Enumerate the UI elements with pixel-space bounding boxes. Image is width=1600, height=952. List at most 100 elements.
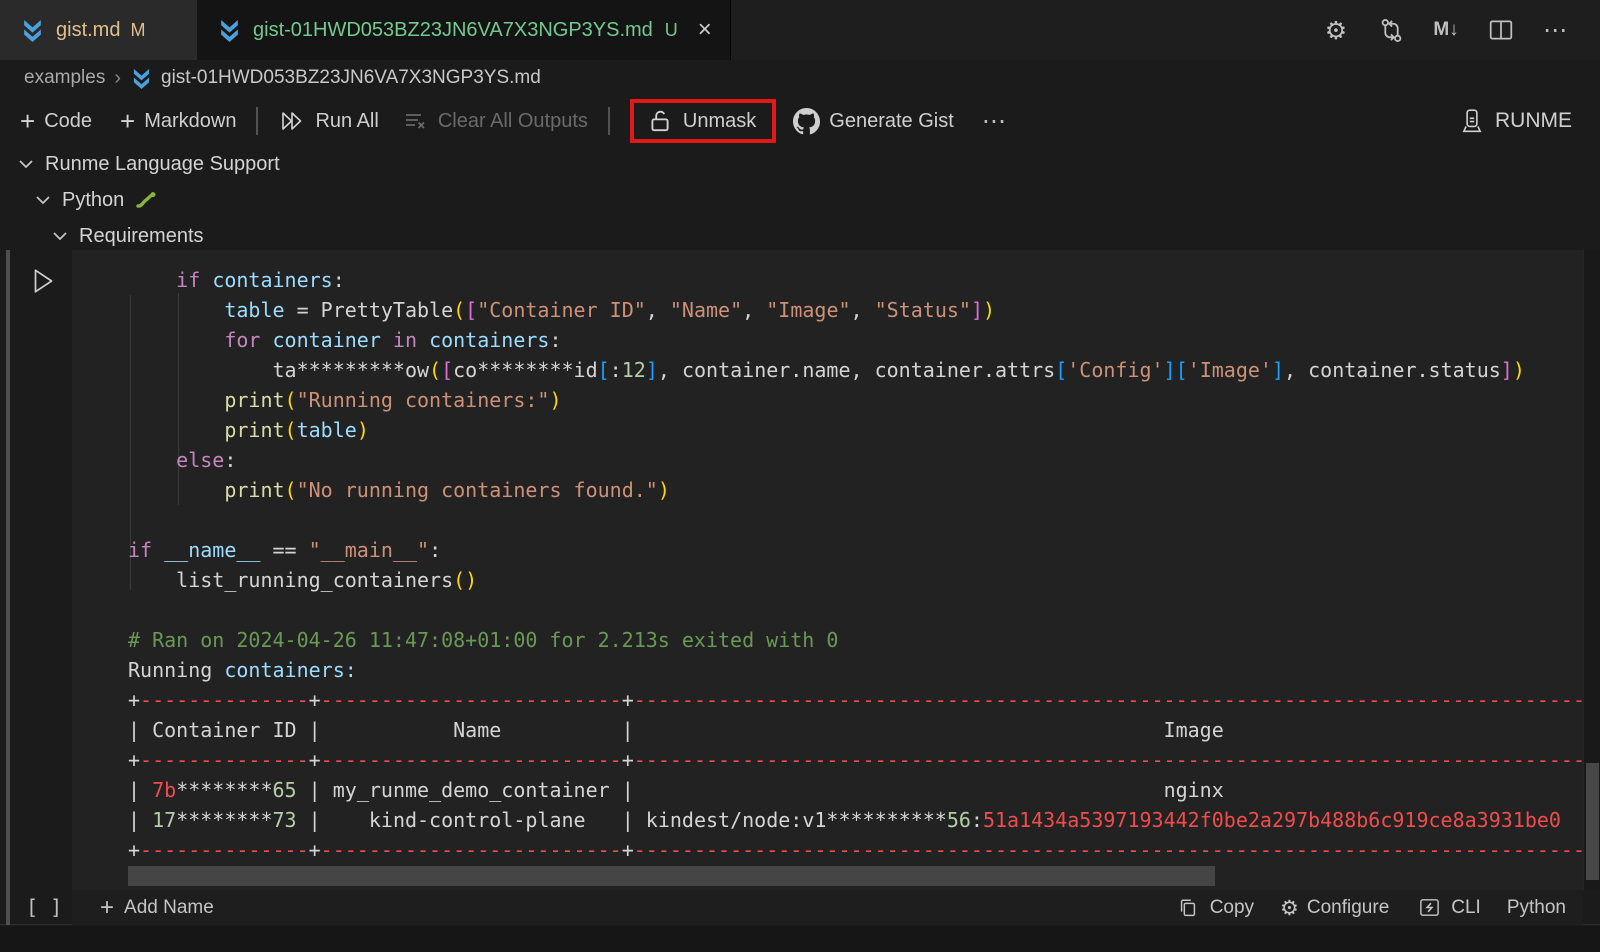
outline-label: Runme Language Support [45,153,280,176]
code-token: Running [128,658,224,682]
code-line: if __name__ == "__main__": [128,535,1583,565]
unmask-button[interactable]: Unmask [630,99,776,143]
configure-label: Configure [1307,897,1389,919]
copy-icon [1174,894,1202,922]
code-token: | kind-control-plane | kindest/node:v1**… [297,808,947,832]
code-token: 56 [947,808,971,832]
clear-all-outputs-button[interactable]: Clear All Outputs [401,107,588,135]
add-code-cell-button[interactable]: + Code [20,108,92,134]
compare-changes-icon[interactable] [1377,16,1405,44]
code-token [128,388,224,412]
code-token: print [224,478,284,502]
code-token: ) [357,418,369,442]
add-name-button[interactable]: + Add Name [100,894,214,922]
code-token: in [393,328,417,352]
cli-button[interactable]: CLI [1415,894,1481,922]
runme-file-icon [215,16,243,44]
code-editor[interactable]: if containers: table = PrettyTable(["Con… [128,265,1583,865]
kernel-language-label[interactable]: Python [1507,897,1566,919]
plus-icon: + [20,108,35,134]
code-token: , [646,298,670,322]
close-icon[interactable]: × [698,18,712,42]
code-token: = [285,298,321,322]
plus-icon: + [100,894,114,922]
code-token: ] [1501,358,1513,382]
code-token: | Container ID | Name | Image [128,718,1224,742]
code-line: | 7b********65 | my_runme_demo_container… [128,775,1583,805]
code-token: __name__ [164,538,260,562]
code-token: | my_runme_demo_container | nginx [297,778,1224,802]
code-token: -------------- [140,688,309,712]
code-token: table [297,418,357,442]
code-token: + [128,748,140,772]
more-actions-icon[interactable]: ⋯ [1542,16,1570,44]
toolbar-more-icon[interactable]: ⋯ [982,107,1008,136]
runme-label: RUNME [1495,109,1572,133]
code-token: 7b [152,778,176,802]
execution-order-indicator: [ ] [26,895,62,919]
tab-label: gist-01HWD053BZ23JN6VA7X3NGP3YS.md [253,19,653,42]
code-token: containers [429,328,549,352]
code-token: -------------- [140,838,309,862]
code-token: print [224,388,284,412]
run-all-button[interactable]: Run All [278,107,378,135]
run-all-label: Run All [315,110,378,133]
tab-gist-generated-md[interactable]: gist-01HWD053BZ23JN6VA7X3NGP3YS.md U × [197,0,731,60]
outline-item-runme-language-support[interactable]: Runme Language Support [0,146,1600,182]
breadcrumb-file[interactable]: gist-01HWD053BZ23JN6VA7X3NGP3YS.md [161,67,541,89]
cell-status-bar: + Add Name Copy ⚙ Configure [72,890,1583,925]
code-token: ) [983,298,995,322]
code-token: "Status" [875,298,971,322]
code-token: [ [598,358,610,382]
code-token: if [128,538,152,562]
horizontal-scrollbar[interactable] [128,866,1215,886]
code-token: 'Image' [1188,358,1272,382]
outline-item-requirements[interactable]: Requirements [0,218,1600,254]
code-token: ------------------------- [321,748,622,772]
code-line: # Ran on 2024-04-26 11:47:08+01:00 for 2… [128,625,1583,655]
run-cell-button[interactable] [30,266,56,296]
code-token: , [851,298,875,322]
gear-icon[interactable]: ⚙ [1322,16,1350,44]
tab-gist-md[interactable]: gist.md M [0,0,197,60]
bottom-strip [0,926,1600,952]
code-token: ------------------------- [321,688,622,712]
code-token: () [453,568,477,592]
clear-all-outputs-icon [401,107,429,135]
generate-gist-button[interactable]: Generate Gist [792,107,954,135]
split-editor-icon[interactable] [1487,16,1515,44]
code-token: table [224,298,284,322]
code-token: 17 [152,808,176,832]
generate-gist-label: Generate Gist [829,110,954,133]
outline-label: Requirements [79,225,204,248]
code-token: [ [441,358,453,382]
run-all-icon [278,107,306,135]
code-token: + [622,838,634,862]
copy-button[interactable]: Copy [1174,894,1254,922]
code-token: 'Config' [1067,358,1163,382]
code-token [152,538,164,562]
code-token: -------------- [140,748,309,772]
breadcrumb-folder[interactable]: examples [24,67,105,89]
plus-icon: + [120,108,135,134]
runme-kernel-button[interactable]: RUNME [1458,107,1572,135]
code-token: ******** [176,808,272,832]
code-token: ) [549,388,561,412]
add-markdown-cell-button[interactable]: + Markdown [120,108,236,134]
code-token: + [309,838,321,862]
configure-button[interactable]: ⚙ Configure [1280,896,1389,920]
code-token: containers: [224,658,356,682]
code-token: ------------------------- [321,838,622,862]
vertical-scrollbar[interactable] [1586,763,1599,880]
code-token [128,298,224,322]
cli-label: CLI [1451,897,1481,919]
code-token: + [128,838,140,862]
tab-label: gist.md [56,19,120,42]
code-token: [ [465,298,477,322]
outline-item-python[interactable]: Python [0,182,1600,218]
tab-bar: gist.md M gist-01HWD053BZ23JN6VA7X3NGP3Y… [0,0,1600,60]
code-token: 51a1434a5397193442f0be2a297b488b6c919ce8… [983,808,1561,832]
code-token [128,478,224,502]
code-token: ) [1513,358,1525,382]
markdown-preview-icon[interactable]: M↓ [1432,16,1460,44]
